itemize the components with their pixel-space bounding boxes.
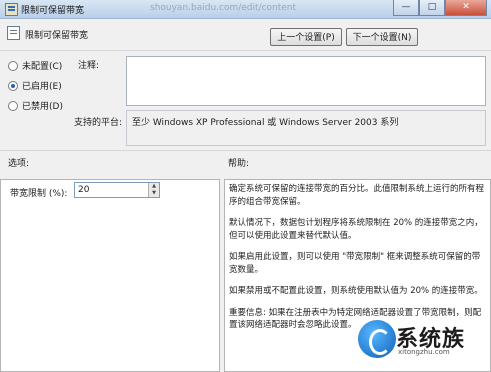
bandwidth-limit-value[interactable]: 20 <box>78 185 89 195</box>
title-bar: 限制可保留带宽 shouyan.baidu.com/edit/content —… <box>0 0 491 19</box>
platform-value: 至少 Windows XP Professional 或 Windows Ser… <box>126 110 486 146</box>
options-panel <box>0 179 220 372</box>
window-title: 限制可保留带宽 <box>21 6 85 16</box>
maximize-button[interactable]: □ <box>419 0 445 16</box>
options-label: 选项: <box>8 159 30 169</box>
watermark-icon <box>358 320 396 358</box>
help-paragraph: 如果禁用或不配置此设置，则系统使用默认值为 20% 的连接带宽。 <box>229 286 483 296</box>
middle-divider <box>0 150 491 151</box>
header-divider <box>0 50 491 51</box>
close-button[interactable]: ✕ <box>445 0 487 16</box>
help-paragraph: 默认情况下，数据包计划程序将系统限制在 20% 的连接带宽之内，但可以使用此设置… <box>229 218 483 241</box>
bandwidth-limit-spinner[interactable]: 20 ▲ ▼ <box>74 182 160 198</box>
help-paragraph: 确定系统可保留的连接带宽的百分比。此值限制系统上运行的所有程序的组合带宽保留。 <box>229 184 485 207</box>
setting-title: 限制可保留带宽 <box>25 31 89 41</box>
radio-not-configured-label: 未配置(C) <box>22 62 63 72</box>
window-controls: — □ ✕ <box>393 0 487 16</box>
minimize-button[interactable]: — <box>393 0 419 16</box>
help-label: 帮助: <box>228 159 250 169</box>
radio-not-configured-circle[interactable] <box>8 60 18 71</box>
radio-not-configured[interactable]: 未配置(C) <box>8 59 62 72</box>
radio-enabled-circle[interactable] <box>8 80 18 91</box>
setting-icon <box>7 26 20 40</box>
comment-label: 注释: <box>78 61 100 71</box>
radio-enabled[interactable]: 已启用(E) <box>8 79 62 92</box>
comment-textarea[interactable] <box>126 56 486 106</box>
help-paragraph: 如果启用此设置，则可以使用 "带宽限制" 框来调整系统可保留的带宽数量。 <box>229 252 481 275</box>
previous-setting-button[interactable]: 上一个设置(P) <box>270 28 342 46</box>
watermark-url: xitongzhu.com <box>398 348 450 356</box>
bandwidth-limit-label: 带宽限制 (%): <box>10 189 68 199</box>
platform-label: 支持的平台: <box>74 118 123 128</box>
window-url-text: shouyan.baidu.com/edit/content <box>150 3 297 13</box>
radio-disabled-circle[interactable] <box>8 100 18 111</box>
next-setting-button[interactable]: 下一个设置(N) <box>346 28 418 46</box>
watermark-logo: 系统族 xitongzhu.com <box>358 318 491 372</box>
radio-disabled[interactable]: 已禁用(D) <box>8 99 63 112</box>
spin-down-icon[interactable]: ▼ <box>148 190 159 197</box>
radio-enabled-label: 已启用(E) <box>22 82 62 92</box>
policy-icon <box>5 3 18 16</box>
radio-disabled-label: 已禁用(D) <box>22 102 63 112</box>
